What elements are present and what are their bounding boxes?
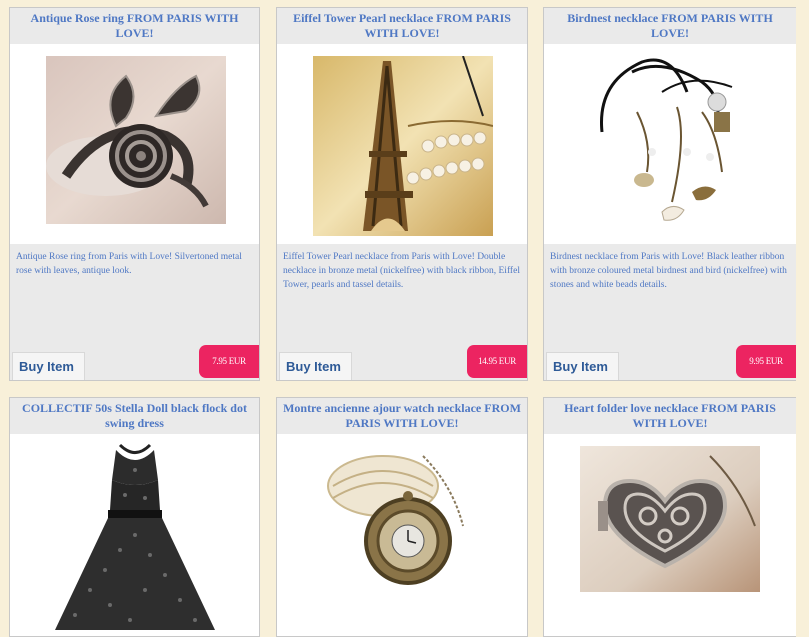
price-badge: 14.95 EUR (467, 345, 527, 378)
product-title[interactable]: Eiffel Tower Pearl necklace FROM PARIS W… (277, 8, 527, 44)
product-card: Eiffel Tower Pearl necklace FROM PARIS W… (276, 7, 528, 381)
product-description: Eiffel Tower Pearl necklace from Paris w… (283, 252, 520, 290)
product-description-area: Birdnest necklace from Paris with Love! … (544, 244, 796, 380)
product-description-area: Eiffel Tower Pearl necklace from Paris w… (277, 244, 527, 380)
product-description: Birdnest necklace from Paris with Love! … (550, 252, 787, 290)
product-card: Montre ancienne ajour watch necklace FRO… (276, 397, 528, 637)
product-image-heart-locket[interactable] (580, 446, 760, 592)
product-card: Antique Rose ring FROM PARIS WITH LOVE! … (9, 7, 260, 381)
buy-item-button[interactable]: Buy Item (279, 352, 352, 380)
product-card: Birdnest necklace FROM PARIS WITH LOVE! … (543, 7, 796, 381)
product-card: COLLECTIF 50s Stella Doll black flock do… (9, 397, 260, 637)
product-title[interactable]: Montre ancienne ajour watch necklace FRO… (277, 398, 527, 434)
product-image-polka-dress[interactable] (50, 440, 220, 630)
product-title[interactable]: Birdnest necklace FROM PARIS WITH LOVE! (544, 8, 796, 44)
product-title[interactable]: COLLECTIF 50s Stella Doll black flock do… (10, 398, 259, 434)
product-image-pocket-watch[interactable] (323, 446, 485, 626)
product-image-eiffel-necklace[interactable] (313, 56, 493, 236)
product-card: Heart folder love necklace FROM PARIS WI… (543, 397, 796, 637)
product-title[interactable]: Antique Rose ring FROM PARIS WITH LOVE! (10, 8, 259, 44)
product-title[interactable]: Heart folder love necklace FROM PARIS WI… (544, 398, 796, 434)
product-image-rose-ring[interactable] (46, 56, 226, 224)
buy-item-button[interactable]: Buy Item (546, 352, 619, 380)
price-badge: 9.95 EUR (736, 345, 796, 378)
product-image-birdnest-necklace[interactable] (592, 52, 752, 242)
product-description: Antique Rose ring from Paris with Love! … (16, 252, 242, 276)
buy-item-button[interactable]: Buy Item (12, 352, 85, 380)
price-badge: 7.95 EUR (199, 345, 259, 378)
product-description-area: Antique Rose ring from Paris with Love! … (10, 244, 259, 380)
